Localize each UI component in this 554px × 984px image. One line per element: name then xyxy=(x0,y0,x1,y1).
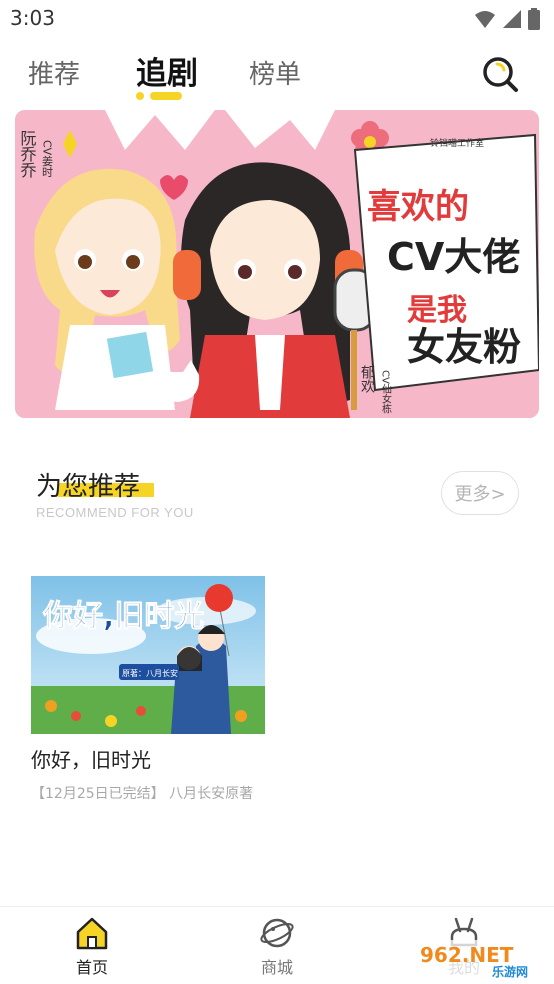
cover-author: 原著：八月长安 xyxy=(122,668,178,678)
nav-home-label: 首页 xyxy=(75,958,108,977)
banner-artwork: 喜欢的 CV大佬 是我 女友粉 铃铛喵工作室 阮乔乔 CV姜时 郁欢 CV仙女栋 xyxy=(15,110,539,418)
svg-text:乐游网: 乐游网 xyxy=(492,964,528,979)
signal-icon xyxy=(503,10,521,28)
status-time: 3:03 xyxy=(10,6,55,30)
tab-recommend[interactable]: 推荐 xyxy=(28,54,80,91)
banner-left-tag: 阮乔乔 xyxy=(18,130,37,178)
banner-headline-4: 女友粉 xyxy=(407,325,521,369)
banner-headline-3: 是我 xyxy=(407,293,467,328)
recommend-header: 为您推荐 xyxy=(36,466,154,503)
featured-banner[interactable]: 喜欢的 CV大佬 是我 女友粉 铃铛喵工作室 阮乔乔 CV姜时 郁欢 CV仙女栋 xyxy=(15,110,539,418)
search-icon[interactable] xyxy=(480,54,520,94)
watermark-logo: 962.NET 乐游网 xyxy=(414,940,550,980)
nav-shop-label: 商城 xyxy=(260,958,293,977)
more-button[interactable]: 更多> xyxy=(441,471,519,515)
svg-text:962.NET: 962.NET xyxy=(420,943,514,967)
active-tab-indicator xyxy=(136,92,182,100)
drama-subtitle: 【12月25日已完结】 八月长安原著 xyxy=(31,786,254,802)
tab-ranking[interactable]: 榜单 xyxy=(249,54,301,91)
recommend-title: 为您推荐 xyxy=(36,472,141,502)
home-icon xyxy=(76,917,108,950)
banner-left-cv: CV姜时 xyxy=(41,140,54,177)
battery-icon xyxy=(528,8,540,30)
planet-icon xyxy=(260,918,294,948)
cover-title: 你好,旧时光 xyxy=(42,599,204,634)
nav-shop[interactable]: 商城 xyxy=(237,915,317,978)
status-icons xyxy=(474,8,540,30)
recommend-subtitle: RECOMMEND FOR YOU xyxy=(36,505,194,520)
drama-title[interactable]: 你好，旧时光 xyxy=(31,744,265,773)
drama-cover[interactable]: 你好,旧时光 原著：八月长安 xyxy=(31,576,265,734)
banner-studio-text: 铃铛喵工作室 xyxy=(430,137,484,149)
drama-card[interactable]: 你好,旧时光 原著：八月长安 你好，旧时光 【12月25日已完结】 八月长安原著 xyxy=(31,576,265,803)
wifi-icon xyxy=(475,11,495,28)
banner-headline-2: CV大佬 xyxy=(387,235,520,279)
status-bar: 3:03 xyxy=(0,0,554,38)
banner-headline-1: 喜欢的 xyxy=(367,187,469,227)
nav-home[interactable]: 首页 xyxy=(52,915,132,978)
banner-right-cv: CV仙女栋 xyxy=(380,370,392,415)
top-tabs: 推荐 追剧 榜单 xyxy=(0,40,554,106)
tab-follow-drama[interactable]: 追剧 xyxy=(136,48,198,93)
banner-right-name: 郁欢 xyxy=(359,365,375,393)
